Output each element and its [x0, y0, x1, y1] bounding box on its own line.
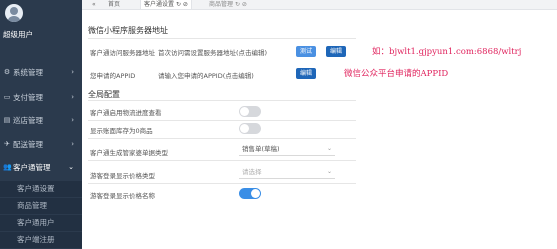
divider — [88, 138, 356, 139]
submenu-item-customer-users[interactable]: 客户通用户 — [0, 215, 82, 231]
sidebar-item-delivery[interactable]: ✈ 配送管理 › — [0, 136, 82, 153]
plane-icon: ✈ — [4, 140, 10, 148]
divider — [88, 100, 356, 101]
toggle-knob — [240, 107, 249, 116]
sidebar-item-payment[interactable]: ▭ 支付管理 › — [0, 89, 82, 106]
chevron-right-icon: › — [71, 140, 74, 148]
avatar-head-shape — [10, 7, 18, 15]
select-placeholder: 请选择 — [242, 168, 262, 176]
close-icon[interactable]: ⊘ — [183, 1, 188, 8]
submenu-item-label: 客户端注册 — [17, 235, 55, 244]
setting-label: 显示账面库存为0商品 — [90, 127, 153, 135]
server-address-hint: 如：bjwlt1.gjpyun1.com:6868/wltrj — [372, 47, 522, 57]
chevron-down-icon: ⌄ — [326, 145, 332, 152]
list-icon: ▤ — [3, 116, 11, 124]
appid-label: 您申请的APPID — [90, 72, 136, 80]
sidebar-item-store-patrol[interactable]: ▤ 巡店管理 › — [0, 112, 82, 129]
toggle-knob — [251, 189, 260, 198]
chevron-down-icon: ⌄ — [68, 163, 74, 171]
section-title-mp-server: 微信小程序服务器地址 — [88, 26, 168, 35]
submenu-item-label: 商品管理 — [17, 201, 47, 210]
tab-products[interactable]: 商品管理 ↻ ⊘ — [206, 0, 250, 9]
setting-label: 游客登录显示价格名称 — [90, 192, 155, 200]
refresh-icon[interactable]: ↻ — [235, 1, 240, 8]
setting-label: 客户通启用物流进度查看 — [90, 109, 162, 117]
sidebar-item-label: 系统管理 — [13, 68, 43, 77]
tab-label: 商品管理 — [209, 1, 234, 8]
chevron-down-icon: ⌄ — [326, 168, 332, 175]
divider — [88, 38, 356, 39]
submenu-item-label: 客户通设置 — [17, 184, 55, 193]
setting-label: 客户通生成管家婆单据类型 — [90, 149, 168, 157]
divider — [88, 160, 356, 161]
appid-value[interactable]: 请输入您申请的APPID(点击编辑) — [158, 70, 254, 80]
tab-bar: « 首页 客户通设置 ↻ ⊘ 商品管理 ↻ ⊘ — [82, 0, 557, 10]
submenu-item-label: 客户通用户 — [17, 218, 55, 227]
edit-appid-button[interactable]: 编辑 — [296, 68, 317, 79]
server-address-label: 客户通访问服务器地址 — [90, 49, 155, 57]
users-icon: 👥 — [3, 163, 12, 171]
main-content: 微信小程序服务器地址 客户通访问服务器地址 首次访问需设置服务器地址(点击编辑)… — [82, 10, 557, 249]
select-bill-type[interactable]: 销售单(草稿) ⌄ — [239, 143, 335, 156]
select-guest-price-type[interactable]: 请选择 ⌄ — [239, 166, 335, 179]
refresh-icon[interactable]: ↻ — [176, 1, 181, 8]
chevron-right-icon: › — [71, 93, 74, 101]
server-address-value[interactable]: 首次访问需设置服务器地址(点击编辑) — [158, 47, 267, 57]
submenu-item-customer-settings[interactable]: 客户通设置 — [0, 181, 82, 197]
sidebar-item-label: 支付管理 — [13, 93, 43, 102]
sidebar-item-system[interactable]: ⚙ 系统管理 › — [0, 64, 82, 81]
sidebar-item-label: 配送管理 — [13, 140, 43, 149]
nav-back-icon[interactable]: « — [92, 0, 96, 9]
setting-label: 游客登录显示价格类型 — [90, 172, 155, 180]
tab-home[interactable]: 首页 — [108, 0, 120, 9]
card-icon: ▭ — [3, 93, 11, 101]
divider — [88, 183, 356, 184]
chevron-right-icon: › — [71, 68, 74, 76]
close-icon[interactable]: ⊘ — [242, 1, 247, 8]
sidebar-item-label: 客户通管理 — [13, 163, 51, 172]
sidebar-item-label: 巡店管理 — [13, 116, 43, 125]
tab-customer-settings[interactable]: 客户通设置 ↻ ⊘ — [140, 0, 192, 9]
submenu-item-customer-register[interactable]: 客户端注册 — [0, 232, 82, 248]
chevron-right-icon: › — [71, 116, 74, 124]
sidebar-item-customer[interactable]: 👥 客户通管理 ⌄ — [0, 159, 82, 176]
edit-server-button[interactable]: 编辑 — [326, 46, 347, 57]
avatar-body-shape — [7, 16, 21, 22]
sidebar: 超级用户 ⚙ 系统管理 › ▭ 支付管理 › ▤ 巡店管理 › ✈ 配送管理 ›… — [0, 0, 82, 249]
test-button[interactable]: 测试 — [296, 46, 317, 57]
tab-label: 客户通设置 — [144, 1, 175, 8]
toggle-logistics-progress[interactable] — [239, 106, 261, 117]
appid-hint: 微信公众平台申请的APPID — [344, 69, 449, 79]
gear-icon: ⚙ — [3, 68, 11, 76]
select-value: 销售单(草稿) — [242, 145, 280, 153]
avatar[interactable] — [5, 4, 23, 22]
section-title-global: 全局配置 — [88, 90, 120, 99]
toggle-guest-price-name[interactable] — [239, 188, 261, 199]
toggle-knob — [240, 124, 249, 133]
username: 超级用户 — [3, 30, 33, 39]
divider — [88, 120, 356, 121]
submenu-item-products[interactable]: 商品管理 — [0, 198, 82, 214]
toggle-zero-stock-products[interactable] — [239, 123, 261, 134]
